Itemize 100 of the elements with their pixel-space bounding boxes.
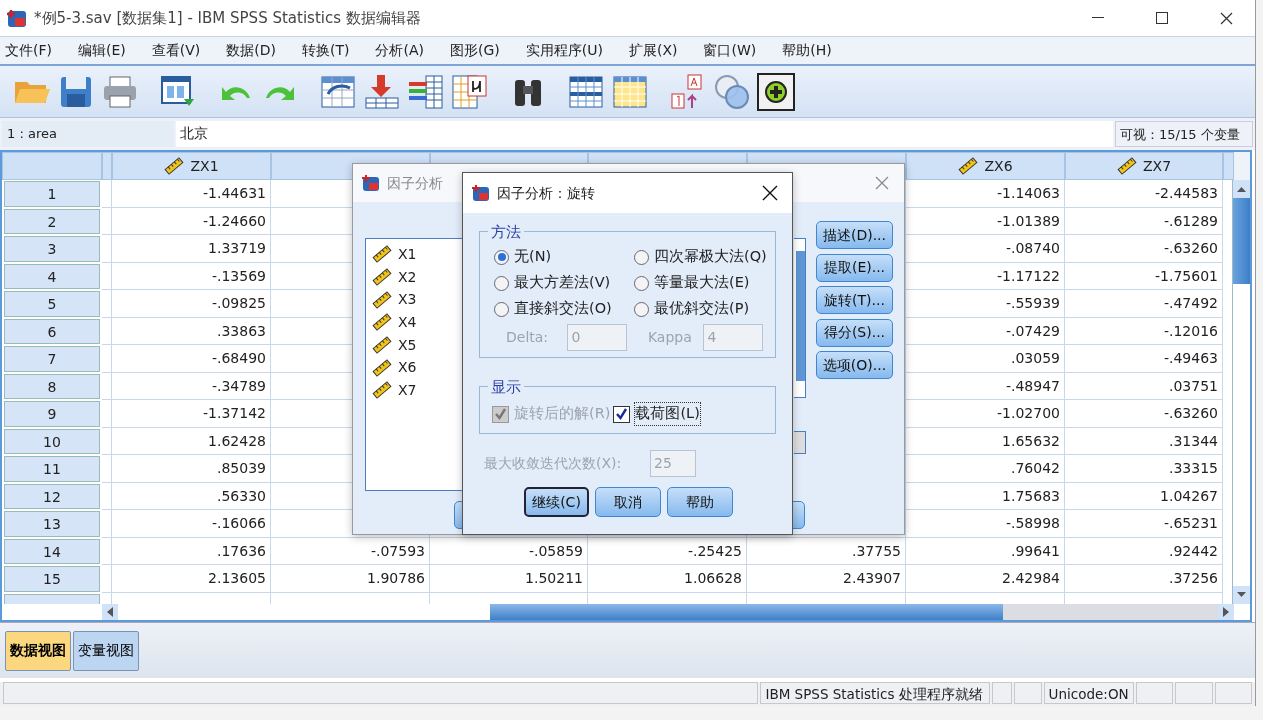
scroll-right-icon[interactable] [1218,604,1234,620]
row-number[interactable]: 12 [4,483,100,509]
option-label[interactable]: 直接斜交法(O) [514,298,612,320]
column-header[interactable]: ZX1 [112,152,271,180]
menu-item[interactable]: 帮助(H) [779,40,842,61]
table-cell: 2.42984 [906,565,1065,593]
option-label[interactable]: 无(N) [514,246,552,268]
table-cell: .37256 [1065,565,1223,593]
column-header[interactable]: ZX7 [1065,152,1223,180]
column-header[interactable]: ZX6 [906,152,1065,180]
dialog-button[interactable]: 取消 [595,487,661,517]
menu-item[interactable]: 查看(V) [148,40,211,61]
option-label[interactable]: 载荷图(L) [635,403,700,425]
dialog-button[interactable]: 旋转(T)... [816,286,893,314]
row-number[interactable]: 14 [4,538,100,564]
row-number[interactable]: 9 [4,401,100,427]
radio-button[interactable] [494,301,509,317]
variable-name[interactable]: X2 [398,266,417,288]
input-field[interactable] [794,431,806,454]
row-number[interactable]: 11 [4,456,100,482]
menu-item[interactable]: 数据(D) [223,40,286,61]
view-tab[interactable]: 数据视图 [5,630,71,671]
row-number[interactable]: 2 [4,208,100,234]
radio-button[interactable] [634,301,649,317]
dialog-button[interactable]: 描述(D)... [816,221,893,249]
row-number[interactable]: 4 [4,263,100,289]
dialog-button[interactable]: 得分(S)... [816,318,893,347]
table-cell: -.68490 [112,345,271,373]
table-cell: .33863 [112,317,271,345]
menu-item[interactable]: 图形(G) [447,40,510,61]
row-number[interactable]: 15 [4,566,100,592]
variable-name[interactable]: X6 [398,357,417,379]
dialog-button[interactable]: 帮助 [667,487,733,517]
scroll-thumb[interactable] [1233,198,1250,284]
table-cell: -.07593 [271,537,430,565]
table-cell [102,345,112,373]
variable-name[interactable]: X4 [398,311,417,333]
view-tab[interactable]: 变量视图 [73,630,139,671]
option-label[interactable]: 最优斜交法(P) [654,298,750,320]
menu-item[interactable]: 窗口(W) [700,40,767,61]
row-number[interactable]: 5 [4,291,100,317]
radio-button[interactable] [634,249,649,265]
table-cell: 1.90786 [271,565,430,593]
table-cell: -.61289 [1065,207,1223,235]
dialog-button[interactable]: 提取(E)... [816,253,893,282]
window-title: *例5-3.sav [数据集1] - IBM SPSS Statistics 数据编辑器 [34,7,422,29]
option-label[interactable]: 四次幂极大法(Q) [654,246,767,268]
option-label[interactable]: 等量最大法(E) [654,272,750,294]
checkbox[interactable] [613,405,631,423]
table-cell: -2.44583 [1065,180,1223,208]
app-icon [6,7,28,29]
radio-button[interactable] [494,249,509,265]
row-number[interactable]: 8 [4,373,100,399]
menu-item[interactable]: 编辑(E) [75,40,136,61]
row-number[interactable]: 3 [4,236,100,262]
radio-button[interactable] [494,275,509,291]
row-number[interactable]: 13 [4,511,100,537]
menu-item[interactable]: 分析(A) [372,40,434,61]
scroll-thumb[interactable] [490,604,1003,620]
table-cell: -.58998 [906,510,1065,538]
horizontal-scrollbar[interactable] [102,604,1234,620]
close-icon[interactable] [1219,11,1233,25]
menu-item[interactable]: 转换(T) [299,40,360,61]
column-header [102,152,112,180]
variable-name[interactable]: X3 [398,289,417,311]
table-cell: .85039 [112,455,271,483]
table-cell: .17636 [112,537,271,565]
row-number[interactable]: 7 [4,346,100,372]
row-number[interactable]: 10 [4,428,100,454]
dialog-button[interactable]: 选项(O)... [816,351,893,379]
cell-value-field[interactable]: 北京 [176,121,1113,147]
table-cell: -.13569 [112,262,271,290]
menu-item[interactable]: 实用程序(U) [522,40,613,61]
table-cell: -1.14063 [906,180,1065,208]
close-icon[interactable] [762,185,778,201]
radio-button[interactable] [634,275,649,291]
scroll-up-icon[interactable] [1233,180,1250,198]
field-label: Delta: [506,328,550,347]
dialog-button[interactable]: 继续(C) [524,487,589,517]
add-icon[interactable] [756,71,796,112]
field-label: 最大收敛迭代次数(X): [484,454,623,473]
menu-item[interactable]: 文件(F) [2,40,62,61]
variable-name[interactable]: X5 [398,334,417,356]
row-number[interactable]: 1 [4,181,100,207]
table-cell: .03059 [906,345,1065,373]
vertical-scrollbar[interactable] [1232,180,1250,604]
table-cell: 1.06628 [588,565,747,593]
scroll-down-icon[interactable] [1233,586,1250,604]
variable-name[interactable]: X1 [398,243,417,265]
table-cell: -.34789 [112,372,271,400]
target-list[interactable] [794,238,806,398]
scroll-left-icon[interactable] [102,604,118,620]
table-cell [102,207,112,235]
maximize-icon[interactable] [1156,12,1168,24]
variable-name[interactable]: X7 [398,379,417,401]
table-cell: 1.62428 [112,427,271,455]
row-number[interactable]: 6 [4,318,100,344]
menu-item[interactable]: 扩展(X) [625,40,688,61]
minimize-icon[interactable] [1092,17,1104,19]
option-label[interactable]: 最大方差法(V) [514,272,611,294]
